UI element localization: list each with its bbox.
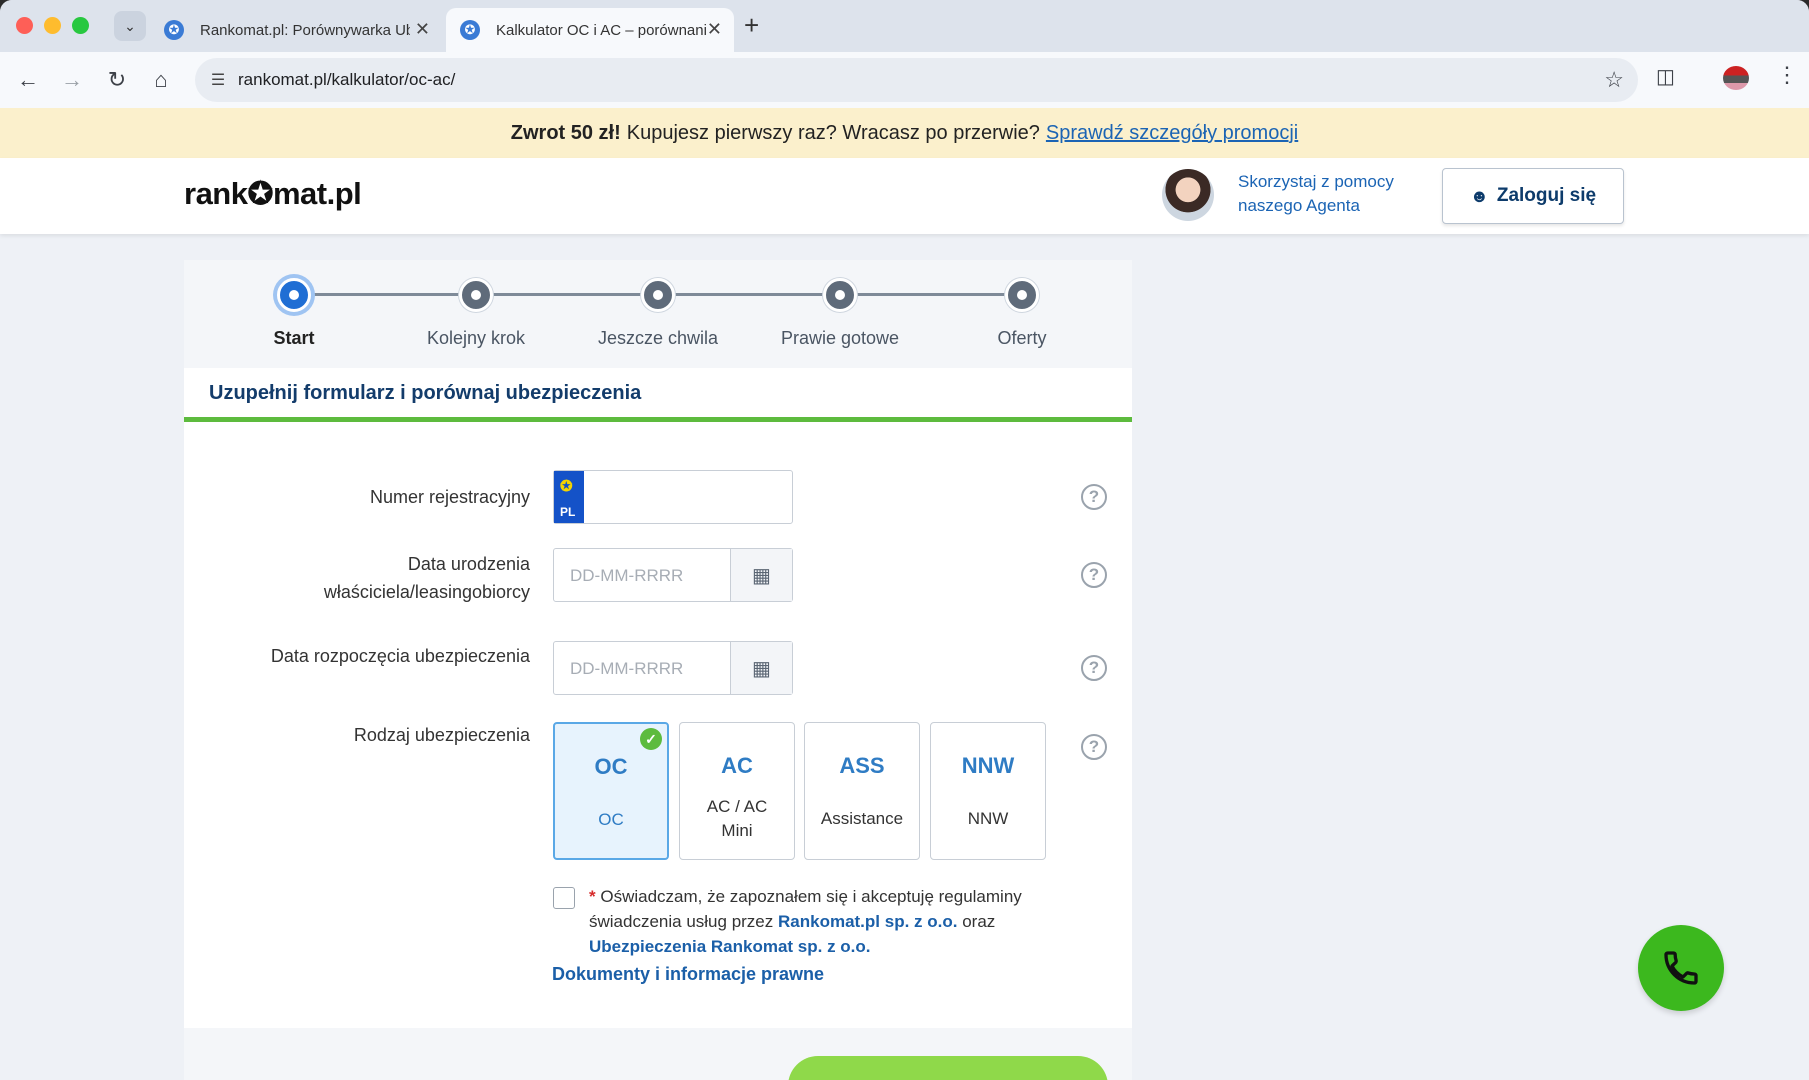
rankomat-terms-link[interactable]: Rankomat.pl sp. z o.o. <box>778 912 957 931</box>
insurance-name: OC <box>598 810 624 829</box>
plate-country: PL <box>560 505 576 519</box>
insurance-form: Uzupełnij formularz i porównaj ubezpiecz… <box>184 368 1132 1080</box>
rankomat-logo[interactable]: rank✪mat.pl <box>184 176 362 212</box>
form-title: Uzupełnij formularz i porównaj ubezpiecz… <box>209 382 642 404</box>
step-start: Start <box>214 278 374 349</box>
ubezpieczenia-terms-link[interactable]: Ubezpieczenia Rankomat sp. z o.o. <box>589 937 871 956</box>
bookmark-star-icon[interactable]: ☆ <box>1604 67 1624 93</box>
checkmark-icon: ✓ <box>640 728 662 750</box>
phone-icon <box>1664 951 1698 985</box>
extensions-icon[interactable]: ◫ <box>1656 64 1675 89</box>
promo-bold-text: Zwrot 50 zł! <box>510 121 621 144</box>
rankomat-favicon-icon: ✪ <box>460 20 480 40</box>
step-label: Start <box>273 328 315 348</box>
birth-date-placeholder: DD-MM-RRRR <box>570 566 684 585</box>
home-icon[interactable]: ⌂ <box>147 66 175 94</box>
insurance-code: AC <box>721 753 753 778</box>
plate-number-input[interactable]: ✪ PL <box>553 470 793 524</box>
tab-strip: ⌄ ✪ Rankomat.pl: Porównywarka Ubezpiecze… <box>0 0 1809 52</box>
birth-date-field[interactable]: DD-MM-RRRR ▦ <box>553 548 793 602</box>
browser-menu-icon[interactable]: ⋮ <box>1776 62 1798 88</box>
step-dot <box>641 278 675 312</box>
minimize-window-button[interactable] <box>44 17 61 34</box>
help-icon[interactable]: ? <box>1081 562 1107 588</box>
help-icon[interactable]: ? <box>1081 734 1107 760</box>
step-kolejny-krok: Kolejny krok <box>396 278 556 349</box>
step-prawie-gotowe: Prawie gotowe <box>760 278 920 349</box>
close-tab-icon[interactable]: ✕ <box>707 19 722 40</box>
chevron-down-icon: ⌄ <box>124 17 136 34</box>
help-icon[interactable]: ? <box>1081 655 1107 681</box>
back-icon[interactable]: ← <box>14 66 42 94</box>
start-date-field[interactable]: DD-MM-RRRR ▦ <box>553 641 793 695</box>
tab-calculator[interactable]: ✪ Kalkulator OC i AC – porównanie ✕ <box>446 8 734 52</box>
progress-stepper: Start Kolejny krok Jeszcze chwila Prawie… <box>184 260 1132 368</box>
tab-title: Kalkulator OC i AC – porównanie <box>496 21 706 39</box>
url-text: rankomat.pl/kalkulator/oc-ac/ <box>238 70 456 89</box>
agent-avatar[interactable] <box>1162 169 1214 221</box>
call-button[interactable] <box>1638 925 1724 1011</box>
step-dot <box>823 278 857 312</box>
step-label: Oferty <box>997 328 1047 348</box>
start-date-label: Data rozpoczęcia ubezpieczenia <box>270 646 530 666</box>
address-bar[interactable]: ☰ rankomat.pl/kalkulator/oc-ac/ ☆ <box>195 58 1638 102</box>
insurance-code: NNW <box>961 753 1015 778</box>
step-oferty: Oferty <box>942 278 1102 349</box>
eu-flag-icon: ✪ PL <box>554 471 584 523</box>
legal-documents-link[interactable]: Dokumenty i informacje prawne <box>552 964 824 985</box>
insurance-name: AC / AC Mini <box>706 797 768 840</box>
login-label: Zaloguj się <box>1496 185 1597 206</box>
page-content: Zwrot 50 zł! Kupujesz pierwszy raz? Wrac… <box>0 108 1809 1080</box>
insurance-type-label: Rodzaj ubezpieczenia <box>353 725 530 745</box>
reload-icon[interactable]: ↻ <box>103 66 131 94</box>
birth-date-label: Data urodzenia właściciela/leasingobiorc… <box>323 554 530 602</box>
browser-window: ⌄ ✪ Rankomat.pl: Porównywarka Ubezpiecze… <box>0 0 1809 1080</box>
login-button[interactable]: ☻ Zaloguj się <box>1442 168 1624 224</box>
calendar-icon[interactable]: ▦ <box>730 642 792 694</box>
user-icon: ☻ <box>1469 185 1489 206</box>
close-window-button[interactable] <box>16 17 33 34</box>
maximize-window-button[interactable] <box>72 17 89 34</box>
promo-text: Kupujesz pierwszy raz? Wracasz po przerw… <box>626 121 1040 144</box>
form-title-divider <box>184 417 1132 422</box>
insurance-code: ASS <box>839 753 885 778</box>
help-icon[interactable]: ? <box>1081 484 1107 510</box>
rankomat-favicon-icon: ✪ <box>164 20 184 40</box>
consent-checkbox[interactable] <box>553 887 575 909</box>
tab-rankomat-home[interactable]: ✪ Rankomat.pl: Porównywarka Ubezpieczeń … <box>150 8 442 52</box>
step-label: Kolejny krok <box>426 328 526 348</box>
step-dot <box>1005 278 1039 312</box>
next-step-button[interactable] <box>788 1056 1108 1080</box>
forward-icon[interactable]: → <box>58 66 86 94</box>
new-tab-button[interactable]: + <box>744 10 759 41</box>
insurance-name: Assistance <box>820 809 904 828</box>
site-header: rank✪mat.pl Skorzystaj z pomocy naszego … <box>0 158 1809 234</box>
step-label: Prawie gotowe <box>780 328 900 348</box>
step-dot <box>277 278 311 312</box>
consent-text-2: oraz <box>962 912 996 931</box>
tab-search-button[interactable]: ⌄ <box>114 11 146 41</box>
agent-help-link[interactable]: Skorzystaj z pomocy naszego Agenta <box>1238 170 1408 218</box>
step-dot <box>459 278 493 312</box>
insurance-code: OC <box>594 754 628 779</box>
site-settings-icon[interactable]: ☰ <box>207 69 229 91</box>
step-jeszcze-chwila: Jeszcze chwila <box>578 278 738 349</box>
step-label: Jeszcze chwila <box>597 328 719 348</box>
start-date-placeholder: DD-MM-RRRR <box>570 659 684 678</box>
profile-avatar-icon[interactable] <box>1723 66 1749 90</box>
insurance-type-nnw[interactable]: NNW NNW <box>930 722 1046 860</box>
insurance-type-ac[interactable]: AC AC / AC Mini <box>679 722 795 860</box>
calendar-icon[interactable]: ▦ <box>730 549 792 601</box>
insurance-name: NNW <box>967 809 1009 828</box>
required-mark: * <box>589 887 596 906</box>
insurance-type-ass[interactable]: ASS Assistance <box>804 722 920 860</box>
tab-title: Rankomat.pl: Porównywarka Ubezpieczeń <box>200 21 410 39</box>
plate-label: Numer rejestracyjny <box>369 487 530 507</box>
promo-banner: Zwrot 50 zł! Kupujesz pierwszy raz? Wrac… <box>0 108 1809 158</box>
promo-details-link[interactable]: Sprawdź szczegóły promocji <box>1046 122 1298 145</box>
insurance-type-oc[interactable]: ✓ OC OC <box>553 722 669 860</box>
browser-toolbar: ← → ↻ ⌂ ☰ rankomat.pl/kalkulator/oc-ac/ … <box>0 52 1809 108</box>
close-tab-icon[interactable]: ✕ <box>415 19 430 40</box>
consent-text: * Oświadczam, że zapoznałem się i akcept… <box>589 884 1049 959</box>
